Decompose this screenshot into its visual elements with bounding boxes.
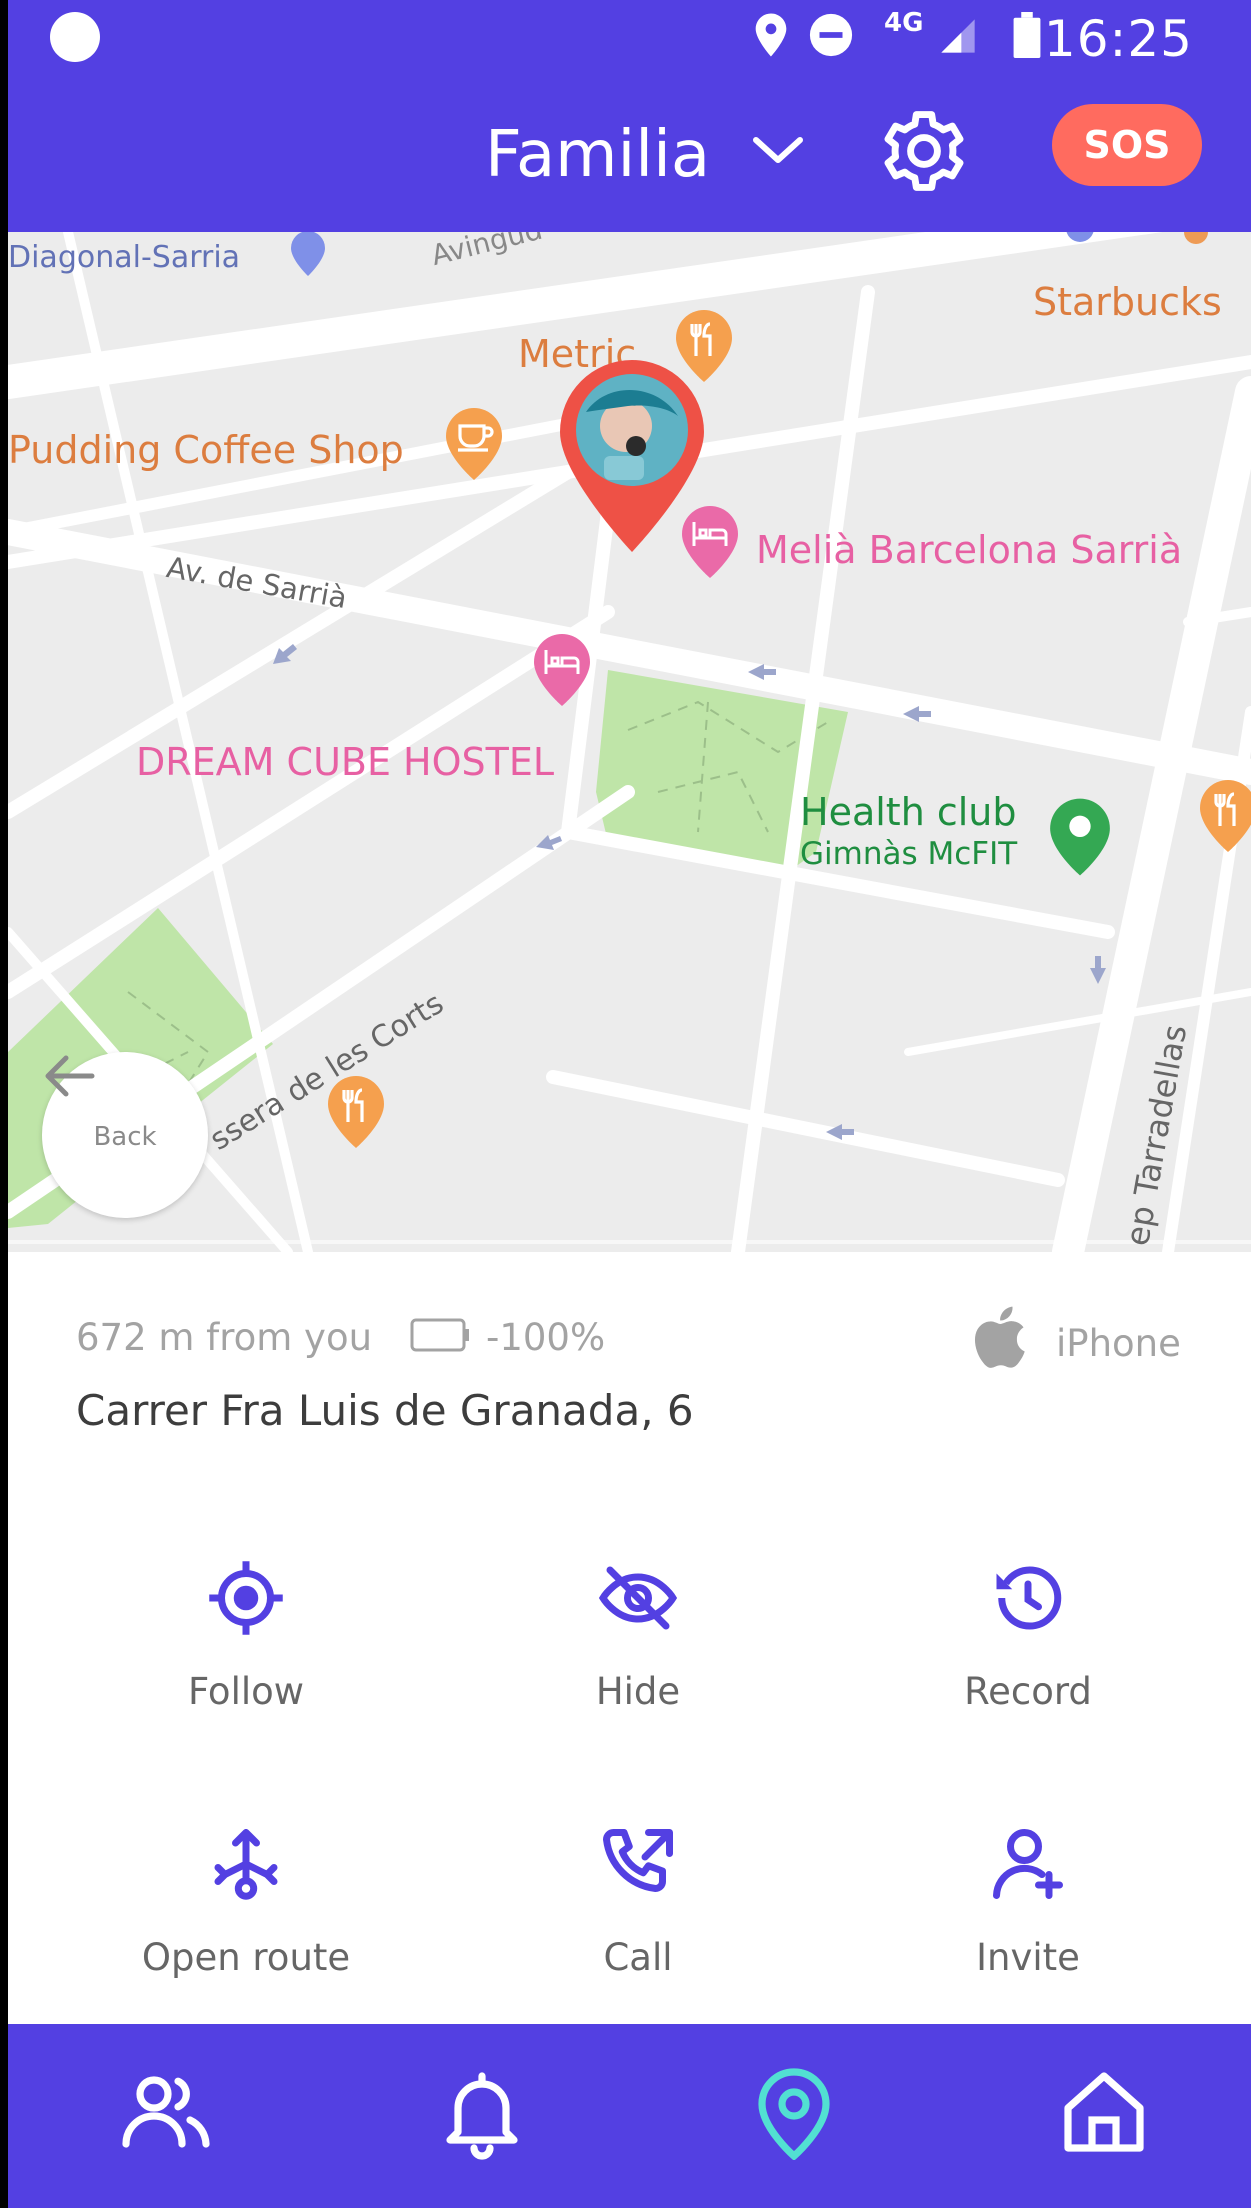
map-label-melia: Melià Barcelona Sarrià: [756, 528, 1183, 572]
restaurant-pin-bottom-icon[interactable]: [326, 1074, 386, 1150]
location-status-icon: [755, 13, 787, 57]
member-location-pin[interactable]: [556, 356, 708, 556]
restaurant-pin-right-icon[interactable]: [1198, 778, 1251, 854]
home-icon[interactable]: [1056, 2064, 1152, 2160]
eye-off-icon: [598, 1566, 678, 1630]
call-button[interactable]: Call: [488, 1822, 788, 1979]
bottom-navigation: [8, 2024, 1251, 2208]
notification-dot-icon: [50, 12, 100, 62]
bell-icon[interactable]: [434, 2064, 530, 2160]
history-icon: [996, 1566, 1062, 1630]
map-label-pudding-coffee-shop: Pudding Coffee Shop: [8, 428, 404, 472]
status-time: 16:25: [1043, 10, 1193, 68]
call-label: Call: [603, 1936, 673, 1979]
follow-button[interactable]: Follow: [96, 1556, 396, 1713]
map-label-health-club: Health club: [800, 790, 1017, 834]
battery-status-icon: [1013, 12, 1041, 58]
gear-icon[interactable]: [878, 105, 970, 197]
battery-level: -100%: [486, 1316, 606, 1359]
top-bar: 4G 16:25 Familia SOS: [8, 0, 1251, 232]
network-type-label: 4G: [884, 8, 924, 38]
route-icon: [214, 1829, 278, 1900]
address-text: Carrer Fra Luis de Granada, 6: [76, 1386, 694, 1435]
signal-icon: [941, 19, 975, 53]
coffee-pin-icon[interactable]: [444, 406, 504, 482]
arrow-left-icon: [45, 1055, 95, 1097]
location-pin-icon[interactable]: [746, 2064, 842, 2160]
device-type: iPhone: [1056, 1322, 1181, 1365]
gym-pin-icon[interactable]: [1048, 796, 1112, 878]
open-route-button[interactable]: Open route: [96, 1822, 396, 1979]
open-route-label: Open route: [141, 1936, 351, 1979]
phone-outgoing-icon: [603, 1829, 673, 1892]
map-label-starbucks: Starbucks: [1033, 280, 1222, 324]
back-label: Back: [93, 1122, 157, 1152]
do-not-disturb-icon: [809, 13, 853, 57]
invite-button[interactable]: Invite: [878, 1822, 1178, 1979]
sos-button[interactable]: SOS: [1052, 104, 1202, 186]
hide-label: Hide: [595, 1670, 681, 1713]
invite-label: Invite: [976, 1936, 1080, 1979]
member-info-panel: 672 m from you -100% iPhone Carrer Fra L…: [8, 1252, 1251, 2024]
map-label-dream-cube-hostel: DREAM CUBE HOSTEL: [136, 740, 555, 784]
follow-label: Follow: [187, 1670, 305, 1713]
apple-icon: [974, 1306, 1025, 1368]
hide-button[interactable]: Hide: [488, 1556, 788, 1713]
map-label-gimnas-mcfit: Gimnàs McFIT: [800, 836, 1018, 872]
status-bar: 4G 16:25: [8, 0, 1251, 72]
map-view[interactable]: Diagonal-Sarria Avingud Starbucks Metric…: [8, 232, 1251, 1252]
distance-text: 672 m from you: [76, 1316, 373, 1359]
add-user-icon: [993, 1829, 1063, 1899]
chevron-down-icon[interactable]: [752, 132, 804, 168]
people-icon[interactable]: [118, 2064, 214, 2160]
battery-icon: [410, 1318, 469, 1352]
hostel-pin-icon[interactable]: [532, 632, 592, 708]
record-button[interactable]: Record: [878, 1556, 1178, 1713]
app-screen: 4G 16:25 Familia SOS Diagonal-Sarria Avi…: [8, 0, 1251, 2208]
record-label: Record: [964, 1670, 1092, 1713]
group-name[interactable]: Familia: [485, 118, 710, 192]
target-icon: [209, 1561, 283, 1635]
map-label-diagonal-sarria: Diagonal-Sarria: [8, 240, 241, 275]
back-button[interactable]: Back: [42, 1052, 208, 1218]
